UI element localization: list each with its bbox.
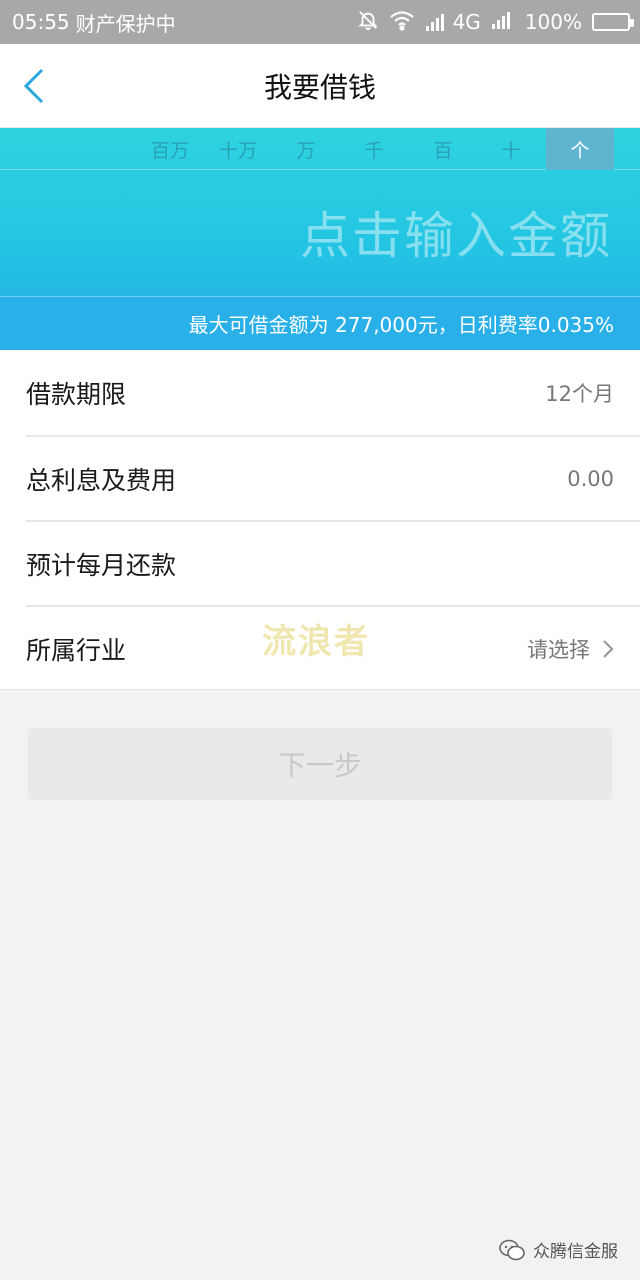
wifi-icon <box>389 9 415 36</box>
back-button[interactable] <box>22 64 66 108</box>
monthly-repayment-row: 预计每月还款 <box>26 520 640 605</box>
battery-icon <box>592 13 634 31</box>
status-bar: 05:55 财产保护中 4G 100% <box>0 0 640 44</box>
loan-term-row[interactable]: 借款期限 12个月 <box>26 350 640 435</box>
interest-fee-value: 0.00 <box>567 466 614 491</box>
digit-place-row: 百万 十万 万 千 百 十 个 <box>0 128 640 170</box>
status-time: 05:55 <box>12 10 70 34</box>
loan-limit-info: 最大可借金额为 277,000元，日利费率0.035% <box>0 296 640 350</box>
digit-place-ten: 十 <box>501 139 521 162</box>
loan-term-label: 借款期限 <box>26 379 127 409</box>
loan-term-value: 12个月 <box>545 381 614 406</box>
industry-value: 请选择 <box>527 637 590 662</box>
status-notice: 财产保护中 <box>75 11 176 36</box>
industry-label: 所属行业 <box>26 635 127 665</box>
digit-place-hundred-thousand: 十万 <box>218 139 257 162</box>
footer-brand-name: 众腾信金服 <box>533 1242 618 1262</box>
bell-off-icon <box>357 9 379 36</box>
cell-signal-4g: 4G <box>425 10 481 34</box>
digit-place-thousand: 千 <box>364 139 384 162</box>
amount-placeholder[interactable]: 点击输入金额 <box>300 196 612 268</box>
nav-bar: 我要借钱 <box>0 44 640 128</box>
watermark-text: 流浪者 <box>262 622 370 662</box>
signal-icon <box>425 14 444 31</box>
monthly-repayment-label: 预计每月还款 <box>26 550 177 580</box>
digit-place-ten-thousand: 万 <box>296 139 316 162</box>
signal-icon-secondary <box>491 10 515 35</box>
amount-input-area[interactable]: 百万 十万 万 千 百 十 个 点击输入金额 最大可借金额为 277,000元，… <box>0 128 640 350</box>
interest-fee-row: 总利息及费用 0.00 <box>26 435 640 520</box>
digit-place-hundred: 百 <box>433 139 453 162</box>
chevron-left-icon <box>23 68 44 104</box>
next-step-button[interactable]: 下一步 <box>28 728 612 800</box>
digit-place-million: 百万 <box>150 139 189 162</box>
interest-fee-label: 总利息及费用 <box>26 465 177 495</box>
battery-percent: 100% <box>524 10 582 34</box>
wechat-icon <box>499 1239 525 1260</box>
page-title: 我要借钱 <box>263 70 376 104</box>
footer-brand: 众腾信金服 <box>499 1237 618 1262</box>
chevron-right-icon <box>603 639 614 658</box>
digit-place-unit: 个 <box>546 128 614 170</box>
network-type: 4G <box>452 10 481 34</box>
